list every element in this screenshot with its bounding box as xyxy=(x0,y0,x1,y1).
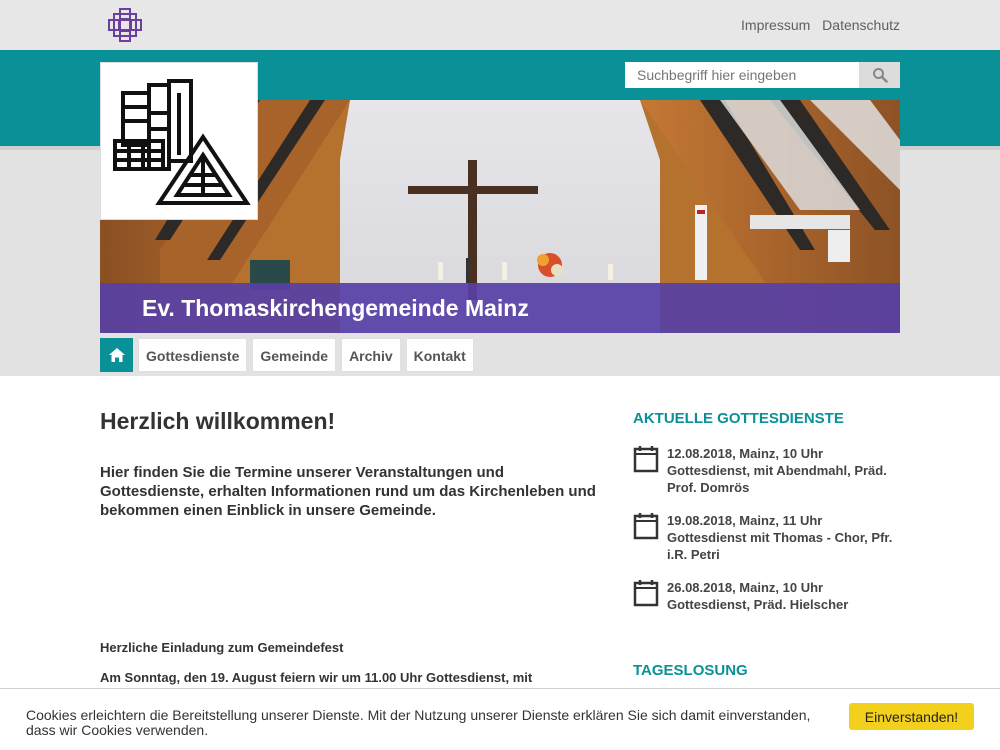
event-description: Gottesdienst, Präd. Hielscher xyxy=(667,597,849,612)
home-button[interactable] xyxy=(100,338,133,372)
event-date: 19.08.2018, Mainz, 11 Uhr xyxy=(667,513,823,528)
impressum-link[interactable]: Impressum xyxy=(741,17,810,33)
event-item[interactable]: 26.08.2018, Mainz, 10 Uhr Gottesdienst, … xyxy=(633,579,900,613)
top-bar: Impressum Datenschutz xyxy=(0,0,1000,50)
nav-item-kontakt[interactable]: Kontakt xyxy=(405,338,474,372)
event-item[interactable]: 19.08.2018, Mainz, 11 Uhr Gottesdienst m… xyxy=(633,512,900,563)
sidebar: AKTUELLE GOTTESDIENSTE 12.08.2018, Mainz… xyxy=(633,410,900,629)
cookie-text: Cookies erleichtern die Bereitstellung u… xyxy=(26,707,811,738)
page-title: Herzlich willkommen! xyxy=(100,408,336,434)
church-logo[interactable] xyxy=(100,62,258,220)
services-heading: AKTUELLE GOTTESDIENSTE xyxy=(633,410,844,427)
main-content: Herzlich willkommen! Hier finden Sie die… xyxy=(100,405,605,685)
home-icon xyxy=(108,348,125,362)
calendar-icon xyxy=(633,580,659,607)
cookie-banner: Cookies erleichtern die Bereitstellung u… xyxy=(0,688,1000,750)
nav-item-archiv[interactable]: Archiv xyxy=(341,338,401,372)
event-text: 26.08.2018, Mainz, 10 Uhr Gottesdienst, … xyxy=(667,579,848,613)
event-description: Gottesdienst mit Thomas - Chor, Pfr. i.R… xyxy=(667,530,893,562)
invite-text: Am Sonntag, den 19. August feiern wir um… xyxy=(100,670,533,685)
search-button[interactable] xyxy=(859,62,900,88)
ekd-cross-logo[interactable] xyxy=(108,8,142,42)
datenschutz-link[interactable]: Datenschutz xyxy=(822,17,900,33)
event-date: 26.08.2018, Mainz, 10 Uhr xyxy=(667,580,824,595)
search-icon xyxy=(872,68,888,83)
calendar-icon xyxy=(633,513,659,540)
event-description: Gottesdienst, mit Abendmahl, Präd. Prof.… xyxy=(667,463,887,495)
losung-heading: TAGESLOSUNG xyxy=(633,662,748,679)
search-form xyxy=(625,62,900,88)
top-links: Impressum Datenschutz xyxy=(733,17,900,33)
nav-item-gemeinde[interactable]: Gemeinde xyxy=(252,338,337,372)
intro-text: Hier finden Sie die Termine unserer Vera… xyxy=(100,464,596,519)
church-logo-graphic xyxy=(113,79,251,205)
invite-title: Herzliche Einladung zum Gemeindefest xyxy=(100,640,344,655)
search-input[interactable] xyxy=(625,62,859,88)
nav-item-gottesdienste[interactable]: Gottesdienste xyxy=(138,338,248,372)
event-item[interactable]: 12.08.2018, Mainz, 10 Uhr Gottesdienst, … xyxy=(633,445,900,496)
hero-title: Ev. Thomaskirchengemeinde Mainz xyxy=(100,283,900,333)
event-text: 19.08.2018, Mainz, 11 Uhr Gottesdienst m… xyxy=(667,512,900,563)
calendar-icon xyxy=(633,446,659,473)
accept-cookies-button[interactable]: Einverstanden! xyxy=(849,703,974,730)
event-date: 12.08.2018, Mainz, 10 Uhr xyxy=(667,446,824,461)
event-text: 12.08.2018, Mainz, 10 Uhr Gottesdienst, … xyxy=(667,445,900,496)
main-navigation: Gottesdienste Gemeinde Archiv Kontakt xyxy=(100,338,474,372)
